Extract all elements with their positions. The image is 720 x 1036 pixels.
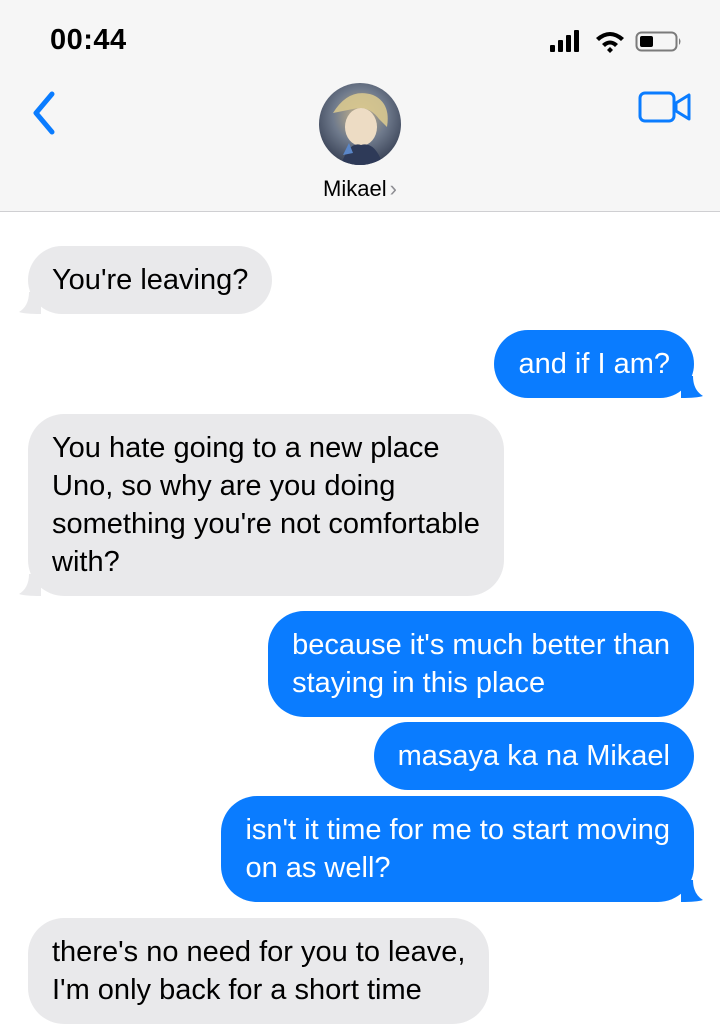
message-text: and if I am? [518,348,670,380]
message-bubble-outgoing[interactable]: because it's much better than staying in… [268,611,694,717]
cellular-signal-icon [550,30,579,52]
conversation-header: 00:44 Mikael › [0,0,720,212]
message-line: You hate going to a new place [52,432,440,464]
bubble-tail [681,880,703,902]
bubble-tail [19,292,41,314]
message-line: because it's much better than [292,629,670,661]
bubble-tail [19,574,41,596]
chevron-right-icon: › [389,176,397,201]
message-line: with? [52,546,120,578]
message-bubble-incoming[interactable]: You hate going to a new place Uno, so wh… [19,414,504,596]
message-line: something you're not comfortable [52,508,480,540]
video-call-icon[interactable] [638,90,692,124]
message-bubble-outgoing[interactable]: masaya ka na Mikael [373,722,694,790]
message-thread[interactable]: You're leaving? and if I am? You hate go… [0,212,720,1036]
message-line: Uno, so why are you doing [52,470,396,502]
contact-avatar[interactable] [319,83,401,165]
message-line: isn't it time for me to start moving [245,814,670,846]
message-bubble-incoming[interactable]: You're leaving? [19,246,273,314]
message-line: on as well? [245,852,391,884]
message-line: staying in this place [292,667,546,699]
message-text: You're leaving? [52,264,249,296]
battery-icon [635,31,681,52]
wifi-icon [596,32,624,53]
contact-name: Mikael [323,176,387,201]
message-line: there's no need for you to leave, [52,936,466,968]
bubble-tail [681,376,703,398]
back-chevron-icon[interactable] [26,88,66,138]
message-text: masaya ka na Mikael [397,740,670,772]
status-time: 00:44 [50,24,127,56]
status-icons [550,30,681,53]
contact-name-button[interactable]: Mikael › [0,176,720,202]
message-line: I'm only back for a short time [52,974,422,1006]
message-bubble-outgoing[interactable]: and if I am? [494,330,703,398]
message-bubble-incoming[interactable]: there's no need for you to leave, I'm on… [28,918,490,1024]
message-bubble-outgoing[interactable]: isn't it time for me to start moving on … [221,796,703,902]
